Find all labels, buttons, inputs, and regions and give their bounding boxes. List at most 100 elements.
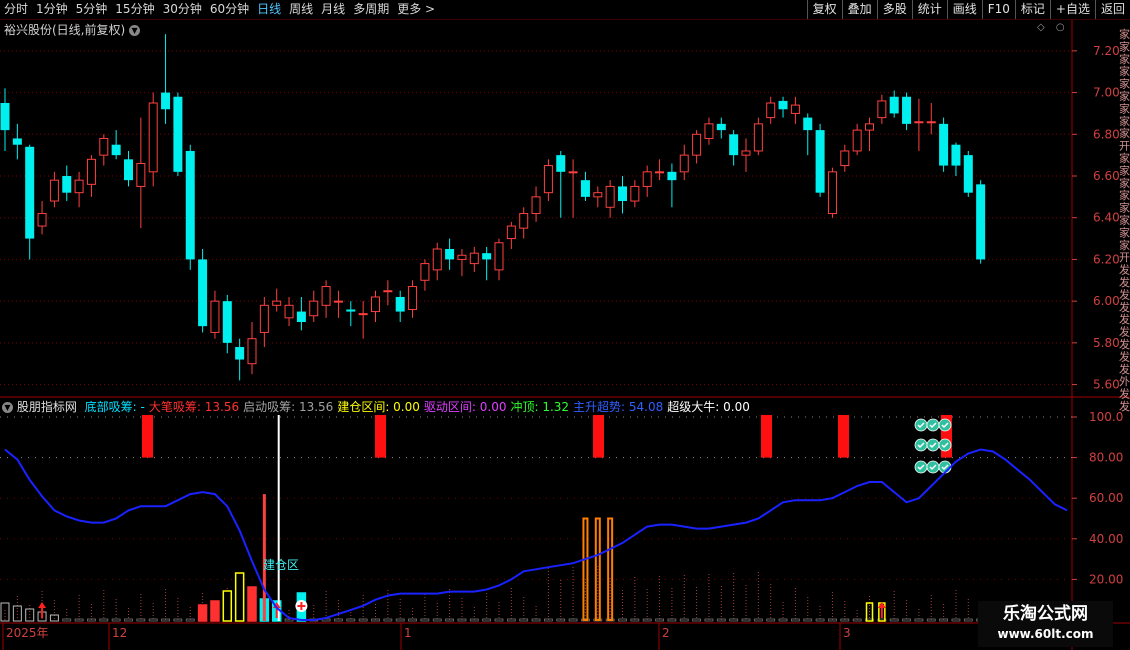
side-char: 家 (1119, 114, 1130, 128)
price-tick-label: 6.40 (1093, 211, 1120, 225)
side-char: 家 (1119, 213, 1130, 227)
tab-period-10[interactable]: 更多 > (393, 0, 439, 19)
tab-period-5[interactable]: 60分钟 (206, 0, 253, 19)
candle-body-up (655, 171, 665, 174)
side-char: 发 (1119, 349, 1130, 363)
tab-period-2[interactable]: 5分钟 (72, 0, 112, 19)
candle-body-down (395, 296, 405, 312)
candle-body-down (482, 253, 492, 260)
up-arrow-icon (38, 602, 47, 618)
candle-body-up (519, 213, 529, 229)
zone-bar (247, 586, 257, 622)
watermark-title: 乐淘公式网 (1003, 604, 1088, 624)
indicator-field-3: 建仓区间: 0.00 (337, 400, 420, 414)
candle-body-up (86, 158, 96, 185)
tab-period-6[interactable]: 日线 (253, 0, 285, 19)
zone-bar (210, 600, 220, 622)
toolbar-button-1[interactable]: 叠加 (841, 0, 877, 19)
tab-period-4[interactable]: 30分钟 (159, 0, 206, 19)
orange-bar (607, 517, 614, 621)
candle-body-up (383, 290, 393, 293)
side-char: 发 (1119, 387, 1130, 401)
candle-body-down (556, 155, 566, 172)
chevron-down-icon[interactable]: ▼ (2, 402, 13, 413)
indicator-box (0, 602, 10, 622)
candle-body-up (37, 213, 47, 227)
indicator-plot (0, 414, 1068, 622)
stock-chart[interactable]: 7.207.006.806.606.406.206.005.805.60100.… (0, 20, 1130, 650)
candle-body-up (148, 102, 158, 173)
candle-body-down (296, 311, 306, 322)
toolbar-button-5[interactable]: F10 (981, 0, 1015, 19)
candle-body-down (12, 138, 22, 145)
candle-body-up (704, 123, 714, 139)
grid-lines (0, 20, 1130, 650)
tab-period-8[interactable]: 月线 (317, 0, 349, 19)
side-char: 家 (1119, 27, 1130, 41)
price-tick-label: 6.20 (1093, 252, 1120, 266)
candle-body-up (74, 179, 84, 194)
candle-body-up (506, 225, 516, 240)
tab-period-0[interactable]: 分时 (0, 0, 32, 19)
candle-body-down (580, 180, 590, 197)
candle-body-down (124, 159, 133, 181)
candle-body-down (963, 155, 973, 193)
side-char: 家 (1119, 77, 1130, 91)
candle-body-up (865, 123, 874, 131)
candle-body-up (333, 300, 343, 303)
tab-period-3[interactable]: 15分钟 (111, 0, 158, 19)
toolbar-button-7[interactable]: +自选 (1049, 0, 1095, 19)
date-label: 2 (662, 626, 670, 640)
candle-body-up (99, 137, 109, 156)
top-toolbar: 分时 1分钟 5分钟 15分钟 30分钟 60分钟 日线 周线 月线 多周期 更多 > 复权 叠加 多股… (0, 0, 1130, 20)
toolbar-button-4[interactable]: 画线 (946, 0, 982, 19)
side-char: 家 (1119, 176, 1130, 190)
toolbar-button-6[interactable]: 标记 (1014, 0, 1050, 19)
indicator-field-6: 主升超势: 54.08 (573, 400, 664, 414)
signal-block (142, 414, 153, 458)
circle-icon[interactable]: ○ (1056, 22, 1065, 33)
candle-body-down (729, 134, 739, 156)
side-char: 家 (1119, 101, 1130, 115)
candle-body-down (716, 123, 726, 131)
candle-body-up (926, 121, 936, 124)
toolbar-button-3[interactable]: 统计 (911, 0, 947, 19)
price-tick-label: 5.60 (1093, 378, 1120, 392)
candle-body-down (198, 259, 208, 327)
toolbar-button-8[interactable]: 返回 (1094, 0, 1130, 19)
candle-body-down (161, 92, 171, 110)
candle-body-up (877, 100, 887, 119)
side-char: 家 (1119, 64, 1130, 78)
candle-body-up (852, 129, 862, 152)
indicator-tick-label: 20.00 (1089, 572, 1123, 586)
indicator-tick-label: 40.00 (1089, 532, 1123, 546)
zone-annotation: 建仓区 (263, 558, 300, 572)
tab-period-1[interactable]: 1分钟 (32, 0, 72, 19)
candle-body-up (840, 150, 850, 167)
diamond-icon[interactable]: ◇ (1037, 22, 1045, 33)
candle-body-up (309, 300, 319, 317)
main-panel-title: 裕兴股份(日线,前复权) ▼ (4, 21, 141, 38)
toolbar-button-0[interactable]: 复权 (806, 0, 842, 19)
candle-body-down (815, 130, 825, 193)
side-char: 家 (1119, 52, 1130, 66)
tab-period-9[interactable]: 多周期 (349, 0, 393, 19)
date-label: 12 (112, 626, 127, 640)
toolbar-button-2[interactable]: 多股 (876, 0, 912, 19)
candle-body-up (469, 252, 479, 265)
tab-period-7[interactable]: 周线 (285, 0, 317, 19)
indicator-field-0: 底部吸筹: - (84, 400, 145, 414)
side-char: 发 (1119, 399, 1130, 413)
indicator-name[interactable]: 股朋指标网 (17, 400, 77, 414)
candle-body-up (358, 313, 368, 316)
trend-line (4, 448, 1068, 621)
signal-block (838, 414, 849, 458)
candle-body-up (284, 304, 294, 319)
watermark: 乐淘公式网 www.60lt.com (978, 601, 1113, 647)
indicator-field-1: 大笔吸筹: 13.56 (148, 400, 240, 414)
candle-body-down (951, 144, 961, 166)
indicator-box (506, 618, 516, 622)
candle-body-up (753, 123, 763, 152)
price-tick-label: 7.00 (1093, 86, 1120, 100)
chevron-down-icon[interactable]: ▼ (129, 25, 141, 36)
